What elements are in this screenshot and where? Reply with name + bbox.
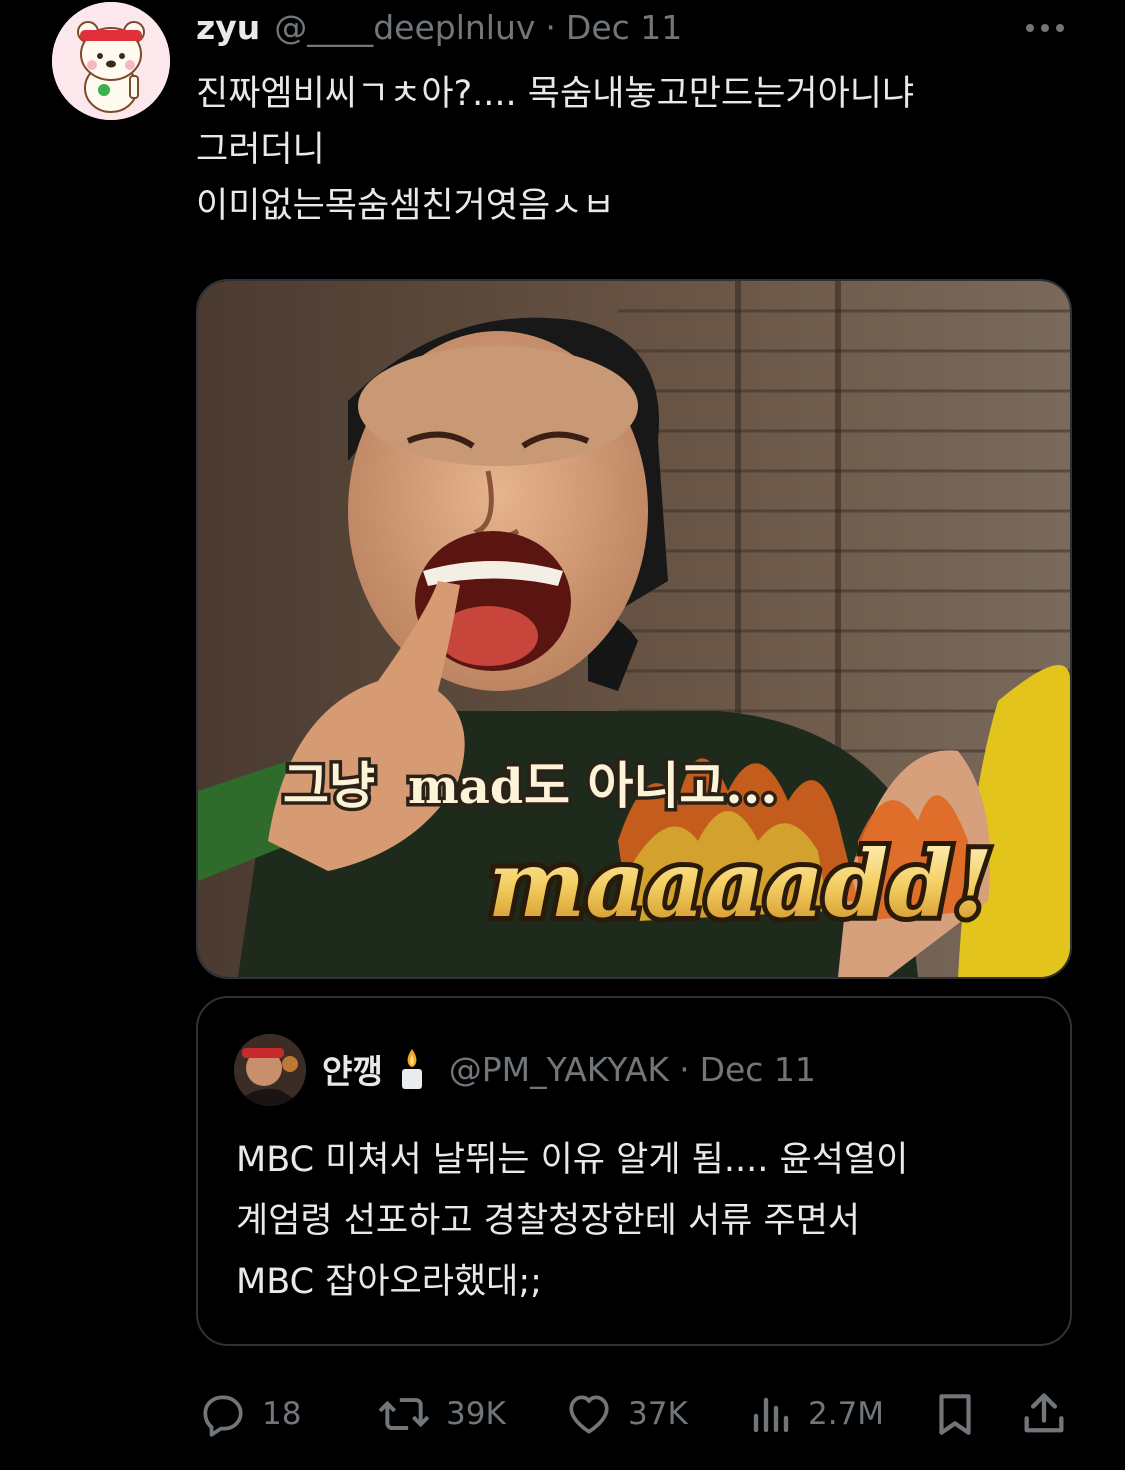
quoted-post[interactable]: 얀깽 @PM_YAKYAK · Dec 11 MBC 미쳐서 날뛰는 이유 알게… bbox=[196, 996, 1072, 1346]
quoted-text-line: MBC 미쳐서 날뛰는 이유 알게 됨.... 윤석열이 bbox=[236, 1140, 909, 1180]
views-icon bbox=[753, 1397, 789, 1433]
reply-count: 18 bbox=[262, 1396, 302, 1432]
quoted-author-display-name: 얀깽 bbox=[322, 1052, 383, 1091]
post-media[interactable]: 그냥 그냥 mad mad 도 아니고... 도 아니고... maaaadd!… bbox=[196, 279, 1072, 979]
repost-icon bbox=[378, 1398, 430, 1430]
view-count: 2.7M bbox=[808, 1396, 885, 1432]
bookmark-icon bbox=[939, 1394, 971, 1435]
share-icon bbox=[1024, 1393, 1064, 1433]
bear-avatar-image bbox=[52, 2, 170, 120]
separator-dot: · bbox=[679, 1049, 690, 1089]
bookmark-button[interactable] bbox=[930, 1386, 980, 1442]
separator-dot: · bbox=[545, 7, 556, 47]
caption-top-1: 그냥 bbox=[283, 756, 375, 815]
author-handle[interactable]: @____deeplnluv bbox=[274, 8, 535, 47]
meme-image: 그냥 그냥 mad mad 도 아니고... 도 아니고... maaaadd!… bbox=[198, 281, 1070, 977]
share-button[interactable] bbox=[1018, 1386, 1070, 1442]
candle-icon bbox=[401, 1049, 422, 1089]
action-bar: 18 39K 37K 2.7M bbox=[196, 1386, 1076, 1442]
post-text: 진짜엠비씨ㄱㅊ아?.... 목숨내놓고만드는거아니냐 그러더니 이미없는목숨셈친… bbox=[196, 66, 1086, 234]
quoted-post-header: 얀깽 @PM_YAKYAK · Dec 11 bbox=[322, 1044, 816, 1094]
author-display-name[interactable]: zyu bbox=[196, 8, 260, 47]
caption-top-3: 도 아니고... bbox=[524, 756, 778, 815]
post-text-line: 그러더니 bbox=[196, 130, 325, 170]
reply-button[interactable]: 18 bbox=[198, 1386, 301, 1442]
post-header: zyu @____deeplnluv · Dec 11 bbox=[196, 4, 682, 50]
quoted-post-date: Dec 11 bbox=[699, 1049, 816, 1089]
author-avatar[interactable] bbox=[52, 2, 170, 120]
quoted-text-line: MBC 잡아오라했대;; bbox=[236, 1262, 542, 1302]
more-icon bbox=[1026, 24, 1064, 32]
quoted-author-handle: @PM_YAKYAK bbox=[448, 1049, 670, 1089]
quoted-post-text: MBC 미쳐서 날뛰는 이유 알게 됨.... 윤석열이 계엄령 선포하고 경찰… bbox=[236, 1130, 1056, 1313]
quoted-author-avatar[interactable] bbox=[234, 1034, 306, 1106]
post-text-line: 이미없는목숨셈친거엿음ㅅㅂ bbox=[196, 186, 615, 226]
like-button[interactable]: 37K bbox=[564, 1386, 688, 1442]
repost-count: 39K bbox=[446, 1396, 506, 1432]
repost-button[interactable]: 39K bbox=[376, 1386, 506, 1442]
post-date[interactable]: Dec 11 bbox=[566, 8, 682, 47]
reply-icon bbox=[203, 1395, 243, 1437]
post-text-line: 진짜엠비씨ㄱㅊ아?.... 목숨내놓고만드는거아니냐 bbox=[196, 74, 915, 114]
views-button[interactable]: 2.7M bbox=[746, 1386, 884, 1442]
quoted-text-line: 계엄령 선포하고 경찰청장한테 서류 주면서 bbox=[236, 1201, 861, 1241]
caption-big: maaaadd! bbox=[488, 830, 993, 938]
more-button[interactable] bbox=[1022, 18, 1068, 38]
heart-icon bbox=[569, 1395, 609, 1434]
caption-top-2: mad bbox=[408, 759, 523, 815]
quoted-avatar-image bbox=[234, 1034, 306, 1106]
like-count: 37K bbox=[628, 1396, 688, 1432]
